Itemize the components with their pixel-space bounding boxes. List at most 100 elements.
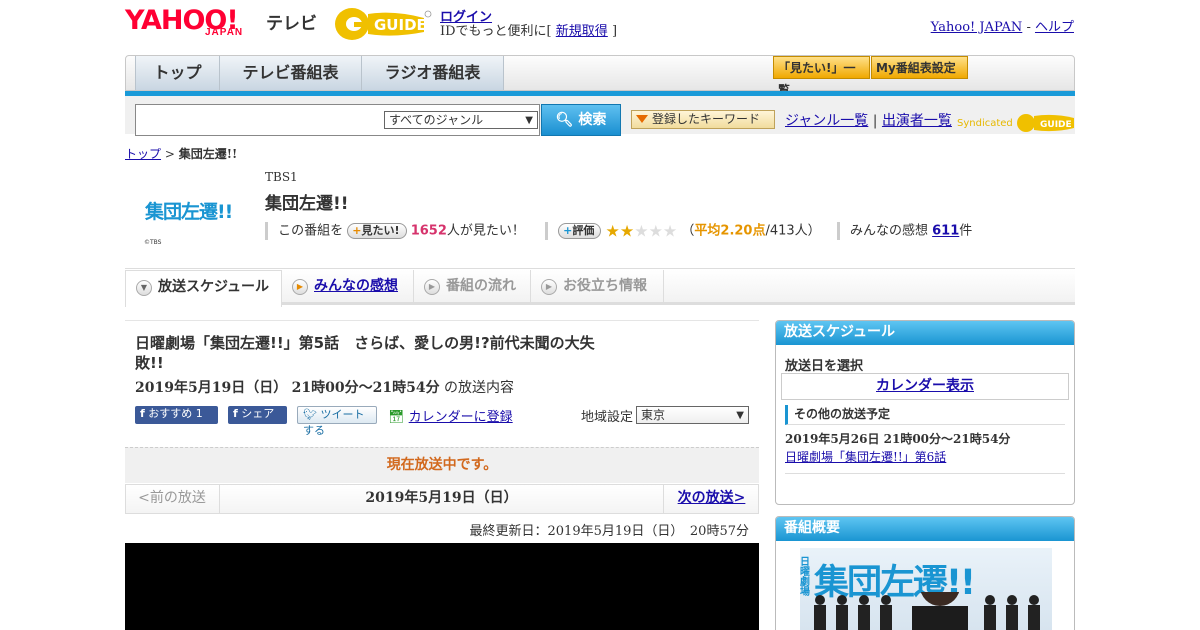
tab-label: お役立ち情報 [563,278,647,294]
want-suffix: 人が見たい！ [446,223,525,239]
calendar-display-button[interactable]: カレンダー表示 [781,373,1069,400]
next-broadcast-link[interactable]: 次の放送> [663,484,759,514]
nav-tab-tv-schedule[interactable]: テレビ番組表 [220,56,362,90]
search-button[interactable]: 🔍︎ 検索 [541,104,621,136]
avg-open: （ [681,223,695,239]
facebook-recommend-label: おすすめ 1 [148,407,203,420]
thumbnail-copyright: ©TBS [144,239,162,246]
yahoo-japan-link[interactable]: Yahoo! JAPAN [931,20,1023,35]
tweet-button[interactable]: 🐦︎ ツイートする [297,406,377,437]
id-promo-suffix: ] [611,24,618,39]
tab-label[interactable]: みんなの感想 [314,278,398,294]
want-button[interactable]: +見たい! [347,223,407,239]
facebook-icon: f [233,407,238,420]
triangle-down-icon [636,115,648,123]
last-updated: 最終更新日：2019年5月19日（日） 20時57分 [469,524,749,539]
region-select-value: 東京 [641,408,666,422]
nav-tab-radio-schedule[interactable]: ラジオ番組表 [362,56,504,90]
breadcrumb-home[interactable]: トップ [125,147,161,161]
overview-sidebar-heading: 番組概要 [776,517,1074,541]
calendar-register-link[interactable]: カレンダーに登録 [409,410,513,425]
comments-label: みんなの感想 [849,223,928,239]
registered-keywords-label: 登録したキーワード [652,112,761,126]
calendar-register[interactable]: 📅︎ カレンダーに登録 [388,406,513,425]
region-select[interactable]: 東京 ▼ [636,406,749,424]
want-list-button[interactable]: 「見たい!」一覧 [773,56,870,97]
avg-rating: 平均2.20点 [694,223,766,239]
on-air-status: 現在放送中です。 [125,447,759,483]
other-schedule-link[interactable]: 日曜劇場「集団左遷!!」第6話 [785,448,946,465]
star-icon: ★ [605,221,620,240]
rate-button[interactable]: +評価 [558,223,602,239]
star-icon: ★ [648,221,663,240]
region-label: 地域設定 [581,410,634,425]
genre-select-value: すべてのジャンル [389,113,484,127]
breadcrumb-current: 集団左遷!! [178,147,238,161]
prev-broadcast: <前の放送 [125,484,220,514]
episode-time: 21時00分～21時54分 [291,380,440,396]
chevron-down-icon: ▼ [136,280,152,296]
play-icon: ▶ [541,279,557,295]
other-schedule-date: 2019年5月26日 21時00分～21時54分 [785,432,1011,446]
signup-link[interactable]: 新規取得 [556,24,608,39]
cast-silhouettes [814,592,1040,630]
facebook-share-label: シェア [241,407,275,420]
svg-text:GUIDE: GUIDE [1040,120,1072,130]
comments-count-link[interactable]: 611 [932,224,959,239]
tab-program-flow[interactable]: ▶ 番組の流れ [414,270,531,305]
episode-date: 2019年5月19日（日） [135,380,288,396]
want-count: 1652 [410,223,447,239]
id-promo: IDでもっと便利に[ 新規取得 ] [440,20,617,39]
yahoo-japan-logo-sub: JAPAN [205,27,244,38]
rate-button-label: 評価 [572,224,595,237]
my-schedule-settings-button[interactable]: My番組表設定 [871,56,968,79]
star-icon: ★ [634,221,649,240]
play-icon: ▶ [292,279,308,295]
divider [545,222,549,240]
chevron-down-icon: ▼ [736,410,744,421]
avg-count: /413人） [765,223,821,239]
top-links: Yahoo! JAPAN - ヘルプ [931,16,1074,35]
other-schedule-heading: その他の放送予定 [785,405,1065,425]
episode-airtime-suffix: の放送内容 [444,380,515,396]
gguide-logo: GUIDE [334,6,432,42]
chevron-down-icon: ▼ [525,115,533,126]
twitter-icon: 🐦︎ [303,408,317,421]
divider [125,268,1075,269]
genre-list-link[interactable]: ジャンル一覧 [785,113,868,129]
program-title: 集団左遷!! [265,194,349,214]
divider [836,222,840,240]
want-button-label: 見たい! [361,224,400,237]
video-area[interactable] [125,543,759,630]
star-icon: ★ [619,221,635,240]
search-button-label: 検索 [578,112,607,128]
plus-icon: + [352,224,362,237]
search-icon: 🔍︎ [555,112,574,128]
star-icon: ★ [662,221,678,240]
facebook-recommend-button[interactable]: f おすすめ 1 [135,406,218,424]
top-links-sep: - [1026,20,1031,35]
search-links: ジャンル一覧 | 出演者一覧 [785,110,952,130]
rating-stars: ★★★★★ [605,221,678,240]
comments-unit: 件 [959,223,973,239]
current-broadcast-date: 2019年5月19日（日） [365,490,518,506]
breadcrumb: トップ > 集団左遷!! [125,145,237,162]
help-link[interactable]: ヘルプ [1035,20,1074,35]
tab-useful-info[interactable]: ▶ お役立ち情報 [531,270,664,305]
divider [265,222,268,240]
search-links-divider: | [872,113,878,129]
syndicated-gguide-badge: Syndicated GUIDE [957,112,1076,134]
thumbnail-title: 集団左遷!! [145,201,233,223]
tab-label: 番組の流れ [446,278,516,294]
nav-tab-top[interactable]: トップ [135,56,220,90]
facebook-share-button[interactable]: f シェア [228,406,287,424]
registered-keywords-button[interactable]: 登録したキーワード [631,110,775,129]
genre-select[interactable]: すべてのジャンル ▼ [384,111,538,129]
plus-icon: + [563,224,573,237]
tab-broadcast-schedule[interactable]: ▼ 放送スケジュール [125,270,282,307]
tv-logo-label: テレビ [266,14,317,34]
tab-everyone-comments[interactable]: ▶ みんなの感想 [282,270,414,305]
episode-airtime: 2019年5月19日（日） 21時00分～21時54分 の放送内容 [135,377,514,397]
performer-list-link[interactable]: 出演者一覧 [882,113,952,129]
tab-label: 放送スケジュール [158,279,270,295]
